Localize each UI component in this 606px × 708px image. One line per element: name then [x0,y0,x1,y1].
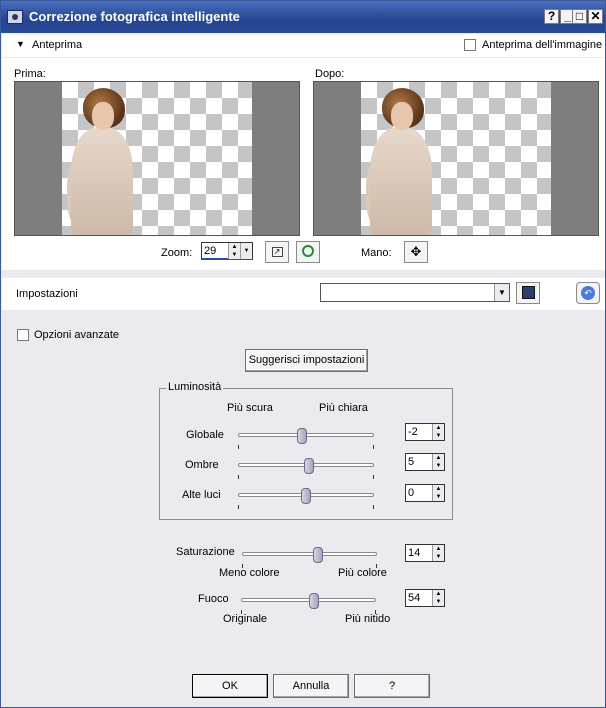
suggest-settings-button[interactable]: Suggerisci impostazioni [245,349,368,372]
global-spinner[interactable]: -2 ▲ ▼ [405,423,445,441]
global-label: Globale [186,429,224,441]
spin-arrows-icon[interactable]: ▲ ▼ [432,485,444,501]
shadows-spinner[interactable]: 5 ▲ ▼ [405,453,445,471]
spin-arrows-icon[interactable]: ▲ ▼ [228,243,240,259]
spin-arrows-icon[interactable]: ▲ ▼ [432,590,444,606]
shadows-slider[interactable] [238,458,374,479]
advanced-options-checkbox[interactable] [17,329,29,341]
zoom-spinner[interactable]: 29 ▲ ▼ ▼ [201,242,253,260]
spin-arrows-icon[interactable]: ▲ ▼ [432,424,444,440]
zoom-value: 29 [204,245,217,257]
shadows-value: 5 [408,456,415,468]
image-preview-checkbox[interactable] [464,39,476,51]
fit-window-icon: ↗ [271,247,283,257]
brighter-label: Più chiara [319,402,368,414]
image-preview-label: Anteprima dell'immagine [482,39,603,51]
slider-thumb[interactable] [301,488,311,504]
settings-label: Impostazioni [16,288,78,300]
dialog-window: Correzione fotografica intelligente ? _ … [0,0,606,708]
zoom-tool-button[interactable] [296,241,320,263]
highlights-slider[interactable] [238,488,374,509]
global-slider[interactable] [238,428,374,449]
camera-icon [7,10,23,24]
move-icon: ✥ [410,244,422,259]
help-icon[interactable]: ? [544,9,559,24]
save-icon [521,286,535,299]
chevron-down-icon[interactable]: ▼ [240,243,252,259]
preview-toggle[interactable]: Anteprima [32,39,82,51]
darker-label: Più scura [227,402,273,414]
saturation-spinner[interactable]: 14 ▲ ▼ [405,544,445,562]
before-label: Prima: [14,68,46,80]
after-label: Dopo: [315,68,345,80]
focus-spinner[interactable]: 54 ▲ ▼ [405,589,445,607]
shadows-label: Ombre [185,459,219,471]
focus-max-label: Più nitido [345,613,391,625]
undo-icon: ↶ [581,286,595,300]
triangle-down-icon[interactable]: ▼ [16,39,25,49]
chevron-down-icon[interactable]: ▼ [494,284,509,301]
slider-thumb[interactable] [304,458,314,474]
photo-subject [67,88,137,235]
focus-value: 54 [408,592,421,604]
zoom-label: Zoom: [161,247,193,259]
ok-button[interactable]: OK [192,674,268,698]
slider-thumb[interactable] [313,547,323,563]
focus-slider[interactable] [241,593,376,614]
saturation-max-label: Più colore [338,567,387,579]
pan-label: Mano: [361,247,392,259]
highlights-spinner[interactable]: 0 ▲ ▼ [405,484,445,502]
help-button[interactable]: ? [354,674,430,698]
pan-tool-button[interactable]: ✥ [404,241,428,263]
magnifier-icon [302,245,314,257]
slider-thumb[interactable] [309,593,319,609]
advanced-options-label: Opzioni avanzate [34,329,119,341]
saturation-value: 14 [408,547,421,559]
saturation-slider[interactable] [242,547,377,568]
focus-label: Fuoco [198,593,229,605]
brightness-group-title: Luminosità [166,381,224,393]
save-preset-button[interactable] [516,282,540,304]
global-value: -2 [408,426,418,438]
focus-min-label: Originale [223,613,268,625]
before-preview[interactable] [14,81,300,236]
zoom-fit-button[interactable]: ↗ [265,241,289,263]
highlights-label: Alte luci [182,489,221,501]
saturation-min-label: Meno colore [219,567,280,579]
preset-dropdown[interactable]: ▼ [320,283,510,302]
photo-subject [366,88,436,235]
after-preview[interactable] [313,81,599,236]
close-icon[interactable]: ✕ [588,9,603,24]
highlights-value: 0 [408,487,415,499]
spin-arrows-icon[interactable]: ▲ ▼ [432,545,444,561]
settings-bar [2,278,605,310]
slider-thumb[interactable] [297,428,307,444]
saturation-label: Saturazione [176,546,235,558]
reset-button[interactable]: ↶ [576,282,600,304]
maximize-icon[interactable]: □ [572,9,587,24]
title-bar[interactable]: Correzione fotografica intelligente ? _ … [1,1,605,33]
cancel-button[interactable]: Annulla [273,674,349,698]
window-title: Correzione fotografica intelligente [29,9,240,24]
spin-arrows-icon[interactable]: ▲ ▼ [432,454,444,470]
